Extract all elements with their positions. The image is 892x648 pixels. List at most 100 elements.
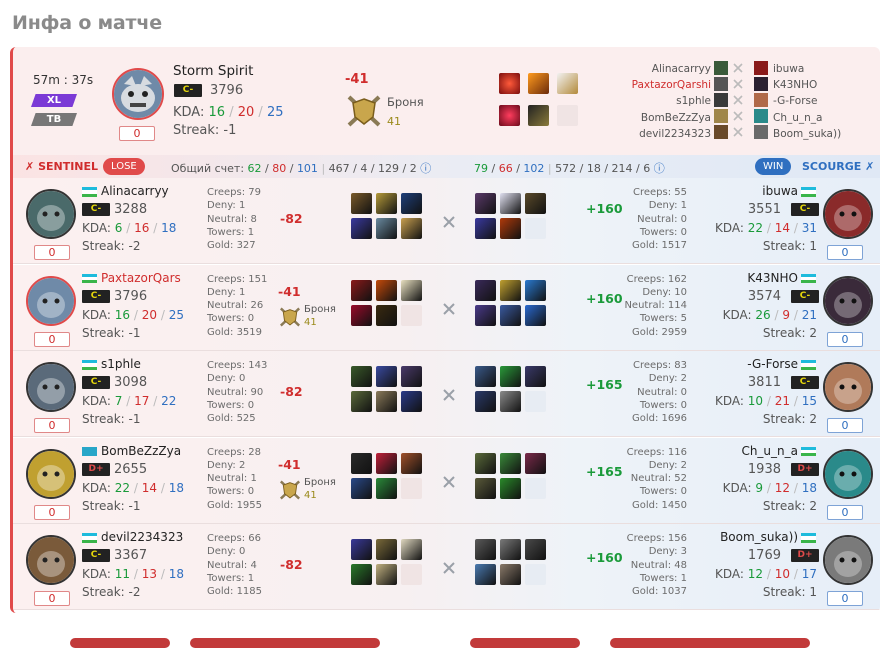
item-icon[interactable] xyxy=(401,218,422,239)
item-icon[interactable] xyxy=(351,218,372,239)
sentinel-label: ✗ SENTINEL xyxy=(25,160,99,173)
player-stats: Creeps: 143 Deny: 0 Neutral: 90 Towers: 0 Go… xyxy=(207,360,268,425)
player-name[interactable]: Boom_suka)) xyxy=(720,530,798,544)
player-avatar-right[interactable] xyxy=(823,535,873,585)
item-icon[interactable] xyxy=(475,564,496,585)
hero-avatar[interactable] xyxy=(112,68,164,120)
item-icon[interactable] xyxy=(401,539,422,560)
player-name[interactable]: Alinacarryy xyxy=(101,184,169,198)
item-icon[interactable] xyxy=(525,279,546,301)
item-icon[interactable] xyxy=(499,73,520,94)
player-avatar-right[interactable] xyxy=(823,189,873,239)
item-icon[interactable] xyxy=(500,279,521,301)
item-icon[interactable] xyxy=(351,539,372,560)
item-icon[interactable] xyxy=(401,193,422,214)
player-avatar-left[interactable] xyxy=(26,275,76,326)
item-icon[interactable] xyxy=(475,218,496,239)
item-icon[interactable] xyxy=(475,193,496,214)
player-name[interactable]: K43NHO xyxy=(747,271,798,285)
item-icon[interactable] xyxy=(351,304,372,326)
player-name[interactable]: Ch_u_n_a xyxy=(741,444,798,458)
item-icon[interactable] xyxy=(401,391,422,412)
player-name[interactable]: devil2234323 xyxy=(101,530,183,544)
win-badge: WIN xyxy=(755,158,792,175)
item-icon[interactable] xyxy=(525,304,546,326)
player-name[interactable]: PaxtazorQars xyxy=(101,271,181,285)
item-icon[interactable] xyxy=(500,304,521,326)
player-mmr: 3288 xyxy=(114,202,148,217)
player-diff: -41 xyxy=(278,456,301,472)
item-icon[interactable] xyxy=(475,539,496,560)
armor-value: 41 xyxy=(304,489,317,501)
item-icon[interactable] xyxy=(351,366,372,387)
item-icon[interactable] xyxy=(475,304,496,326)
item-icon[interactable] xyxy=(401,452,422,474)
item-icon[interactable] xyxy=(376,477,397,499)
item-icon[interactable] xyxy=(376,304,397,326)
item-icon[interactable] xyxy=(499,105,520,126)
player-diff: +160 xyxy=(586,201,623,216)
item-icon[interactable] xyxy=(376,452,397,474)
item-icon[interactable] xyxy=(351,193,372,214)
item-icon[interactable] xyxy=(376,218,397,239)
item-icon[interactable] xyxy=(500,391,521,412)
item-icon[interactable] xyxy=(475,477,496,499)
item-icon[interactable] xyxy=(500,477,521,499)
item-icon[interactable] xyxy=(475,279,496,301)
item-icon[interactable] xyxy=(525,366,546,387)
item-icon[interactable] xyxy=(500,452,521,474)
player-name[interactable]: -G-Forse xyxy=(747,357,798,371)
item-icon[interactable] xyxy=(376,193,397,214)
item-icon[interactable] xyxy=(376,539,397,560)
player-count: 0 xyxy=(827,245,863,260)
item-icon[interactable] xyxy=(376,366,397,387)
player-streak: Streak: -1 xyxy=(82,325,141,340)
item-icon[interactable] xyxy=(500,539,521,560)
player-rank: C- xyxy=(791,289,819,303)
player-name[interactable]: ibuwa xyxy=(762,184,798,198)
item-icon[interactable] xyxy=(401,279,422,301)
player-mmr: 3367 xyxy=(114,548,148,563)
item-icon[interactable] xyxy=(500,564,521,585)
item-icon[interactable] xyxy=(376,279,397,301)
player-mmr: 3811 xyxy=(747,375,781,390)
item-icon[interactable] xyxy=(351,391,372,412)
player-name[interactable]: BomBeZzZya xyxy=(101,444,181,458)
item-icon[interactable] xyxy=(376,391,397,412)
player-streak: Streak: -1 xyxy=(82,498,141,513)
player-rank: C- xyxy=(82,289,110,303)
item-icon[interactable] xyxy=(475,452,496,474)
item-icon[interactable] xyxy=(475,366,496,387)
player-kda: KDA: 10 / 21 / 15 xyxy=(714,394,817,408)
player-avatar-right[interactable] xyxy=(823,362,873,412)
player-kda: KDA: 22 / 14 / 18 xyxy=(82,480,185,495)
item-icon[interactable] xyxy=(351,279,372,301)
item-icon[interactable] xyxy=(528,105,549,126)
player-mmr: 2655 xyxy=(114,461,148,477)
item-icon[interactable] xyxy=(376,564,397,585)
player-stats: Creeps: 151 Deny: 1 Neutral: 26 Towers: 0 Go… xyxy=(207,273,268,338)
item-icon[interactable] xyxy=(500,193,521,214)
item-icon[interactable] xyxy=(500,366,521,387)
player-avatar-left[interactable] xyxy=(26,535,76,585)
item-icon[interactable] xyxy=(351,477,372,499)
item-icon[interactable] xyxy=(500,218,521,239)
item-icon[interactable] xyxy=(351,564,372,585)
player-name[interactable]: s1phle xyxy=(101,357,141,371)
item-icon[interactable] xyxy=(401,366,422,387)
player-avatar-left[interactable] xyxy=(26,448,76,499)
item-icon[interactable] xyxy=(525,452,546,474)
item-icon[interactable] xyxy=(557,73,578,94)
player-stats: Creeps: 28 Deny: 2 Neutral: 1 Towers: 0 Gold… xyxy=(207,446,263,511)
player-avatar-right[interactable] xyxy=(823,448,873,499)
item-icon[interactable] xyxy=(528,73,549,94)
player-avatar-left[interactable] xyxy=(26,362,76,412)
player-avatar-left[interactable] xyxy=(26,189,76,239)
scourge-score: 79 / 66 / 102 | 572 / 18 / 214 / 6 ⓘ xyxy=(474,162,665,175)
item-icon[interactable] xyxy=(351,452,372,474)
item-icon[interactable] xyxy=(525,193,546,214)
item-icon[interactable] xyxy=(525,539,546,560)
player-avatar-right[interactable] xyxy=(823,275,873,326)
item-icon[interactable] xyxy=(475,391,496,412)
armor-value: 41 xyxy=(387,115,401,128)
